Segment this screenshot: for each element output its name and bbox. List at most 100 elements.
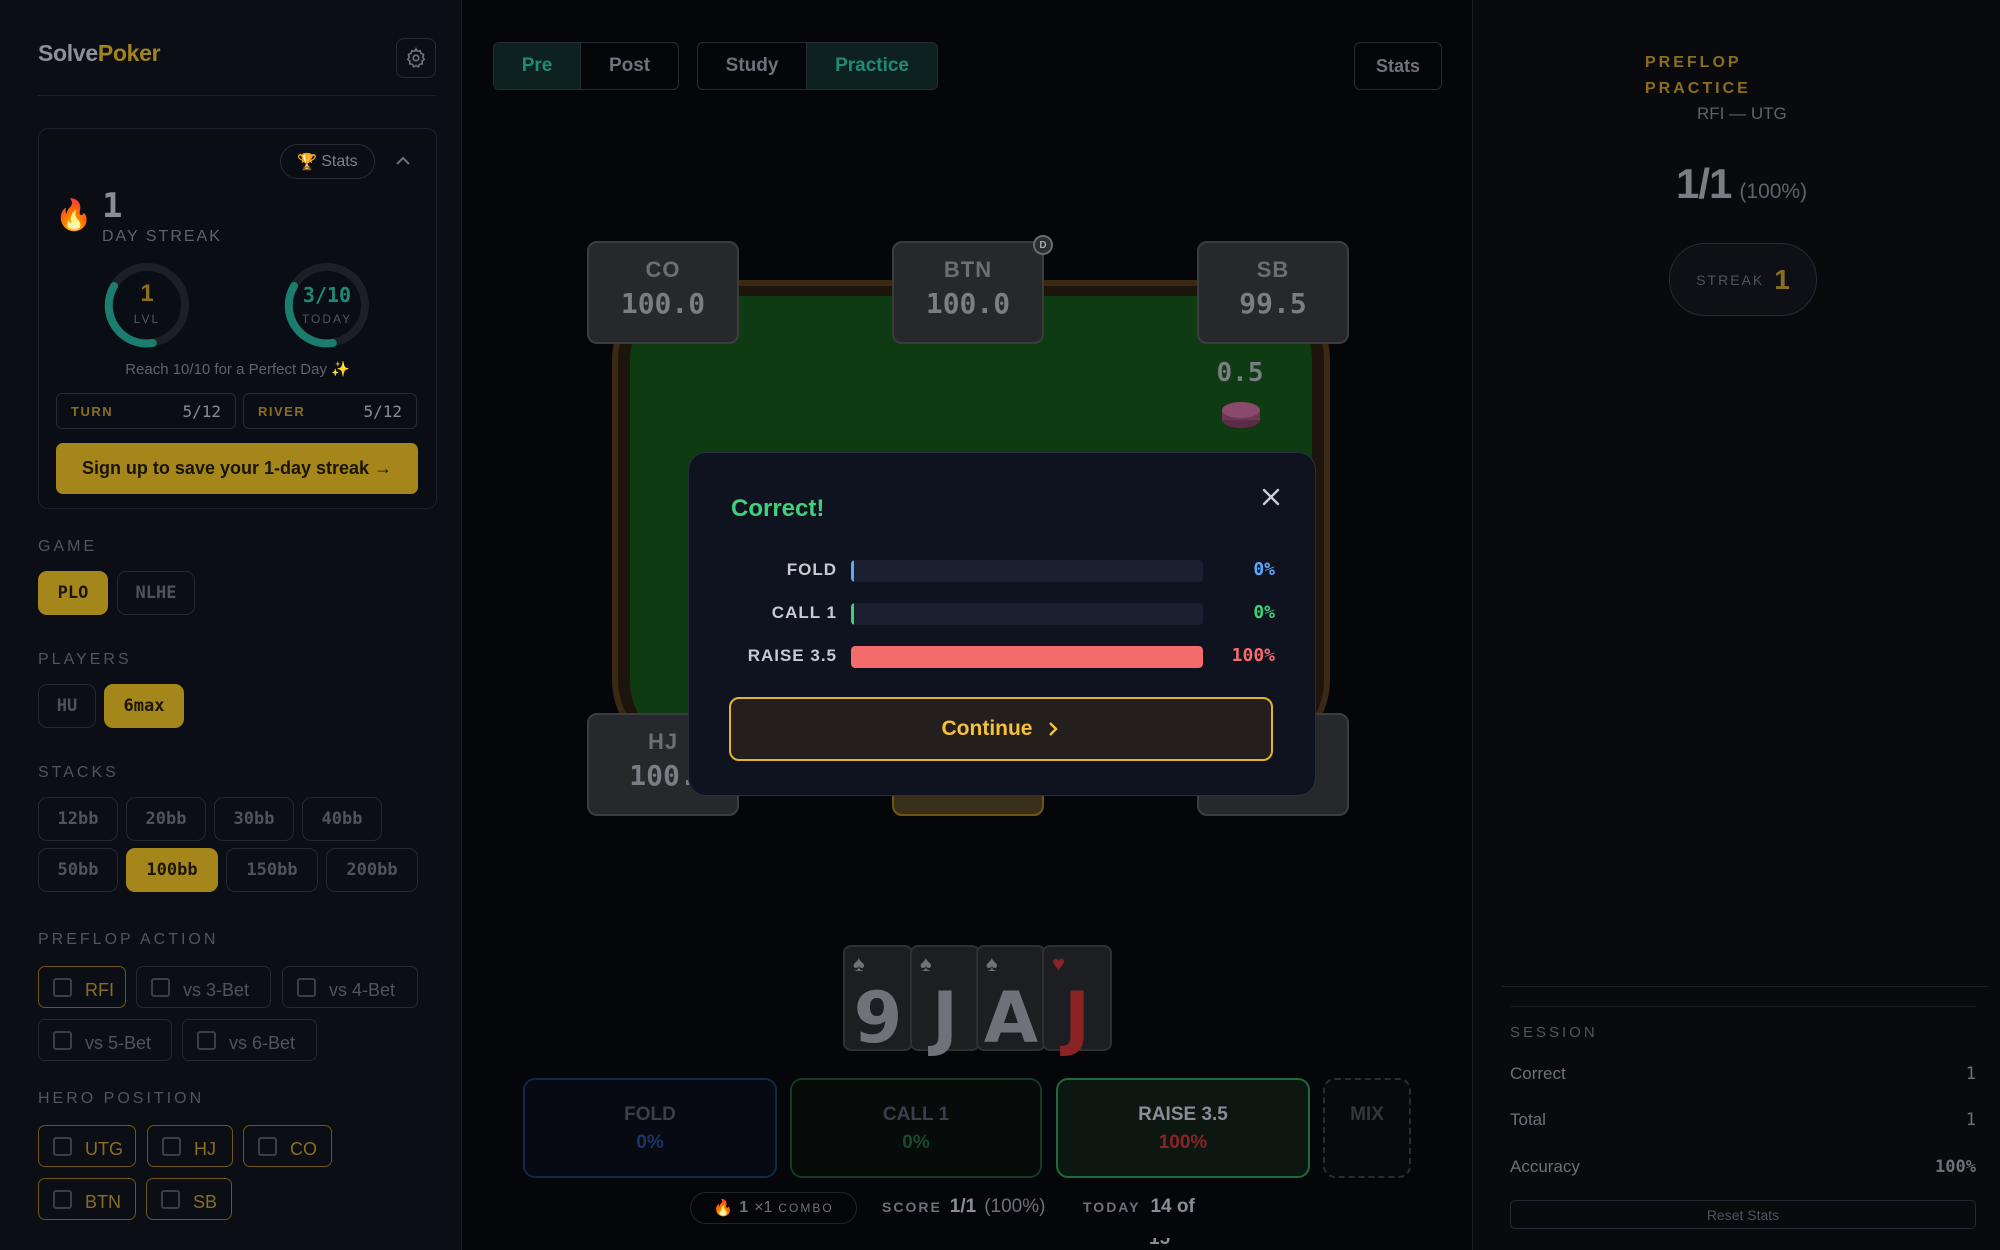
mode-tabs: Study Practice bbox=[697, 42, 938, 90]
players-option-6max[interactable]: 6max bbox=[104, 684, 184, 728]
divider bbox=[1510, 1006, 1976, 1007]
today-value-overflow: 15 bbox=[1149, 1238, 1171, 1249]
combo-pill: 🔥 1 ×1 COMBO bbox=[690, 1192, 857, 1224]
modal-title: Correct! bbox=[731, 495, 825, 522]
stack-option-40bb[interactable]: 40bb bbox=[302, 797, 382, 841]
row-label: FOLD bbox=[786, 560, 837, 579]
mix-action-button[interactable]: MIX bbox=[1323, 1078, 1411, 1178]
logo-text-a: Solve bbox=[38, 40, 98, 66]
title-line: PRACTICE bbox=[1645, 80, 1751, 97]
checkbox-icon bbox=[162, 1137, 181, 1156]
action-label: RAISE 3.5 bbox=[1138, 1104, 1228, 1125]
chevron-up-icon[interactable] bbox=[392, 150, 414, 172]
action-label: FOLD bbox=[624, 1104, 676, 1125]
seat-stack: 100.0 bbox=[925, 287, 1011, 320]
combo-number: 1 bbox=[739, 1199, 749, 1216]
stack-option-200bb[interactable]: 200bb bbox=[326, 848, 418, 892]
spade-icon: ♠ bbox=[920, 951, 932, 976]
preflop-option-vs5bet[interactable]: vs 5-Bet bbox=[38, 1019, 172, 1061]
street-tabs: Pre Post bbox=[493, 42, 679, 90]
app-logo[interactable]: SolvePoker bbox=[38, 40, 161, 67]
score-readout: SCORE 1/1 (100%) bbox=[882, 1196, 1045, 1218]
streak-badge: STREAK 1 bbox=[1669, 243, 1817, 316]
hole-card: ♥ J bbox=[1042, 945, 1112, 1059]
seat-co: CO 100.0 bbox=[587, 241, 739, 344]
frequency-bar bbox=[851, 646, 1203, 668]
game-option-nlhe[interactable]: NLHE bbox=[117, 571, 195, 615]
stats-button[interactable]: Stats bbox=[1355, 43, 1441, 89]
modal-row-raise: RAISE 3.5 100% bbox=[689, 642, 1317, 672]
score-label: SCORE bbox=[882, 1199, 942, 1215]
preflop-option-rfi[interactable]: RFI bbox=[38, 966, 126, 1008]
river-value: 5/12 bbox=[363, 401, 402, 421]
today-value: 14 of bbox=[1150, 1196, 1195, 1217]
sidebar: SolvePoker 🏆 Stats 🔥 1 DAY STREAK 1 LVL 3… bbox=[0, 0, 462, 1250]
logo-text-b: Poker bbox=[97, 40, 161, 66]
seat-name: CO bbox=[645, 257, 681, 282]
preflop-option-label: vs 6-Bet bbox=[229, 1033, 296, 1053]
reset-stats-button[interactable]: Reset Stats bbox=[1510, 1200, 1976, 1229]
fold-action-button[interactable]: FOLD 0% bbox=[523, 1078, 777, 1178]
raise-action-button[interactable]: RAISE 3.5 100% bbox=[1056, 1078, 1310, 1178]
streak-number: 1 bbox=[102, 186, 123, 226]
tab-pre[interactable]: Pre bbox=[494, 43, 582, 89]
card-rank: A bbox=[983, 977, 1039, 1059]
spade-icon: ♠ bbox=[986, 951, 998, 976]
session-row-label: Correct bbox=[1510, 1064, 1566, 1083]
hole-card: ♠ J bbox=[910, 945, 980, 1059]
preflop-option-vs6bet[interactable]: vs 6-Bet bbox=[182, 1019, 317, 1061]
hero-option-sb[interactable]: SB bbox=[146, 1178, 232, 1220]
seat-sb: SB 99.5 bbox=[1197, 241, 1349, 344]
session-row-value: 1 bbox=[1965, 1110, 1976, 1130]
stack-option-20bb[interactable]: 20bb bbox=[126, 797, 206, 841]
frequency-fill bbox=[851, 560, 854, 582]
stack-option-30bb[interactable]: 30bb bbox=[214, 797, 294, 841]
action-label: CALL 1 bbox=[882, 1104, 950, 1125]
checkbox-icon bbox=[258, 1137, 277, 1156]
action-percent: 100% bbox=[1158, 1132, 1208, 1153]
session-label: SESSION bbox=[1510, 1024, 1598, 1041]
hero-option-co[interactable]: CO bbox=[243, 1125, 332, 1167]
today-label: TODAY bbox=[301, 312, 353, 326]
heart-icon: ♥ bbox=[1052, 951, 1066, 976]
combo-label: COMBO bbox=[778, 1201, 834, 1215]
hero-option-label: UTG bbox=[85, 1139, 123, 1159]
hero-option-btn[interactable]: BTN bbox=[38, 1178, 136, 1220]
checkbox-icon bbox=[53, 1031, 72, 1050]
settings-button[interactable] bbox=[396, 38, 436, 78]
tab-post[interactable]: Post bbox=[581, 43, 678, 89]
streak-badge-value: 1 bbox=[1774, 263, 1790, 295]
today-label: TODAY bbox=[1083, 1199, 1141, 1215]
close-icon[interactable] bbox=[1259, 485, 1283, 509]
signup-button[interactable]: Sign up to save your 1-day streak → bbox=[56, 443, 418, 494]
preflop-option-label: vs 3-Bet bbox=[183, 980, 250, 1000]
tab-study[interactable]: Study bbox=[698, 43, 808, 89]
call-action-button[interactable]: CALL 1 0% bbox=[790, 1078, 1042, 1178]
continue-button[interactable]: Continue bbox=[729, 697, 1273, 761]
stack-option-50bb[interactable]: 50bb bbox=[38, 848, 118, 892]
players-option-hu[interactable]: HU bbox=[38, 684, 96, 728]
stats-pill-button[interactable]: 🏆 Stats bbox=[280, 144, 375, 179]
tab-practice[interactable]: Practice bbox=[807, 43, 937, 89]
stack-option-100bb[interactable]: 100bb bbox=[126, 848, 218, 892]
card-rank: J bbox=[1063, 977, 1091, 1059]
checkbox-icon bbox=[297, 978, 316, 997]
row-percent: 0% bbox=[1253, 602, 1275, 623]
hero-option-utg[interactable]: UTG bbox=[38, 1125, 136, 1167]
hero-section-label: HERO POSITION bbox=[38, 1090, 205, 1107]
hero-option-hj[interactable]: HJ bbox=[147, 1125, 233, 1167]
stack-option-12bb[interactable]: 12bb bbox=[38, 797, 118, 841]
stack-option-150bb[interactable]: 150bb bbox=[226, 848, 318, 892]
hole-card: ♠ A bbox=[976, 945, 1046, 1059]
modal-row-fold: FOLD 0% bbox=[689, 556, 1317, 586]
chevron-right-icon bbox=[1049, 722, 1059, 736]
preflop-option-vs3bet[interactable]: vs 3-Bet bbox=[136, 966, 271, 1008]
seat-stack: 99.5 bbox=[1239, 287, 1307, 320]
flame-icon: 🔥 bbox=[713, 1200, 734, 1217]
players-section-label: PLAYERS bbox=[38, 651, 132, 668]
frequency-fill bbox=[851, 646, 1203, 668]
row-label: RAISE 3.5 bbox=[747, 646, 837, 665]
trophy-icon: 🏆 bbox=[297, 153, 318, 171]
game-option-plo[interactable]: PLO bbox=[38, 571, 108, 615]
preflop-option-vs4bet[interactable]: vs 4-Bet bbox=[282, 966, 418, 1008]
